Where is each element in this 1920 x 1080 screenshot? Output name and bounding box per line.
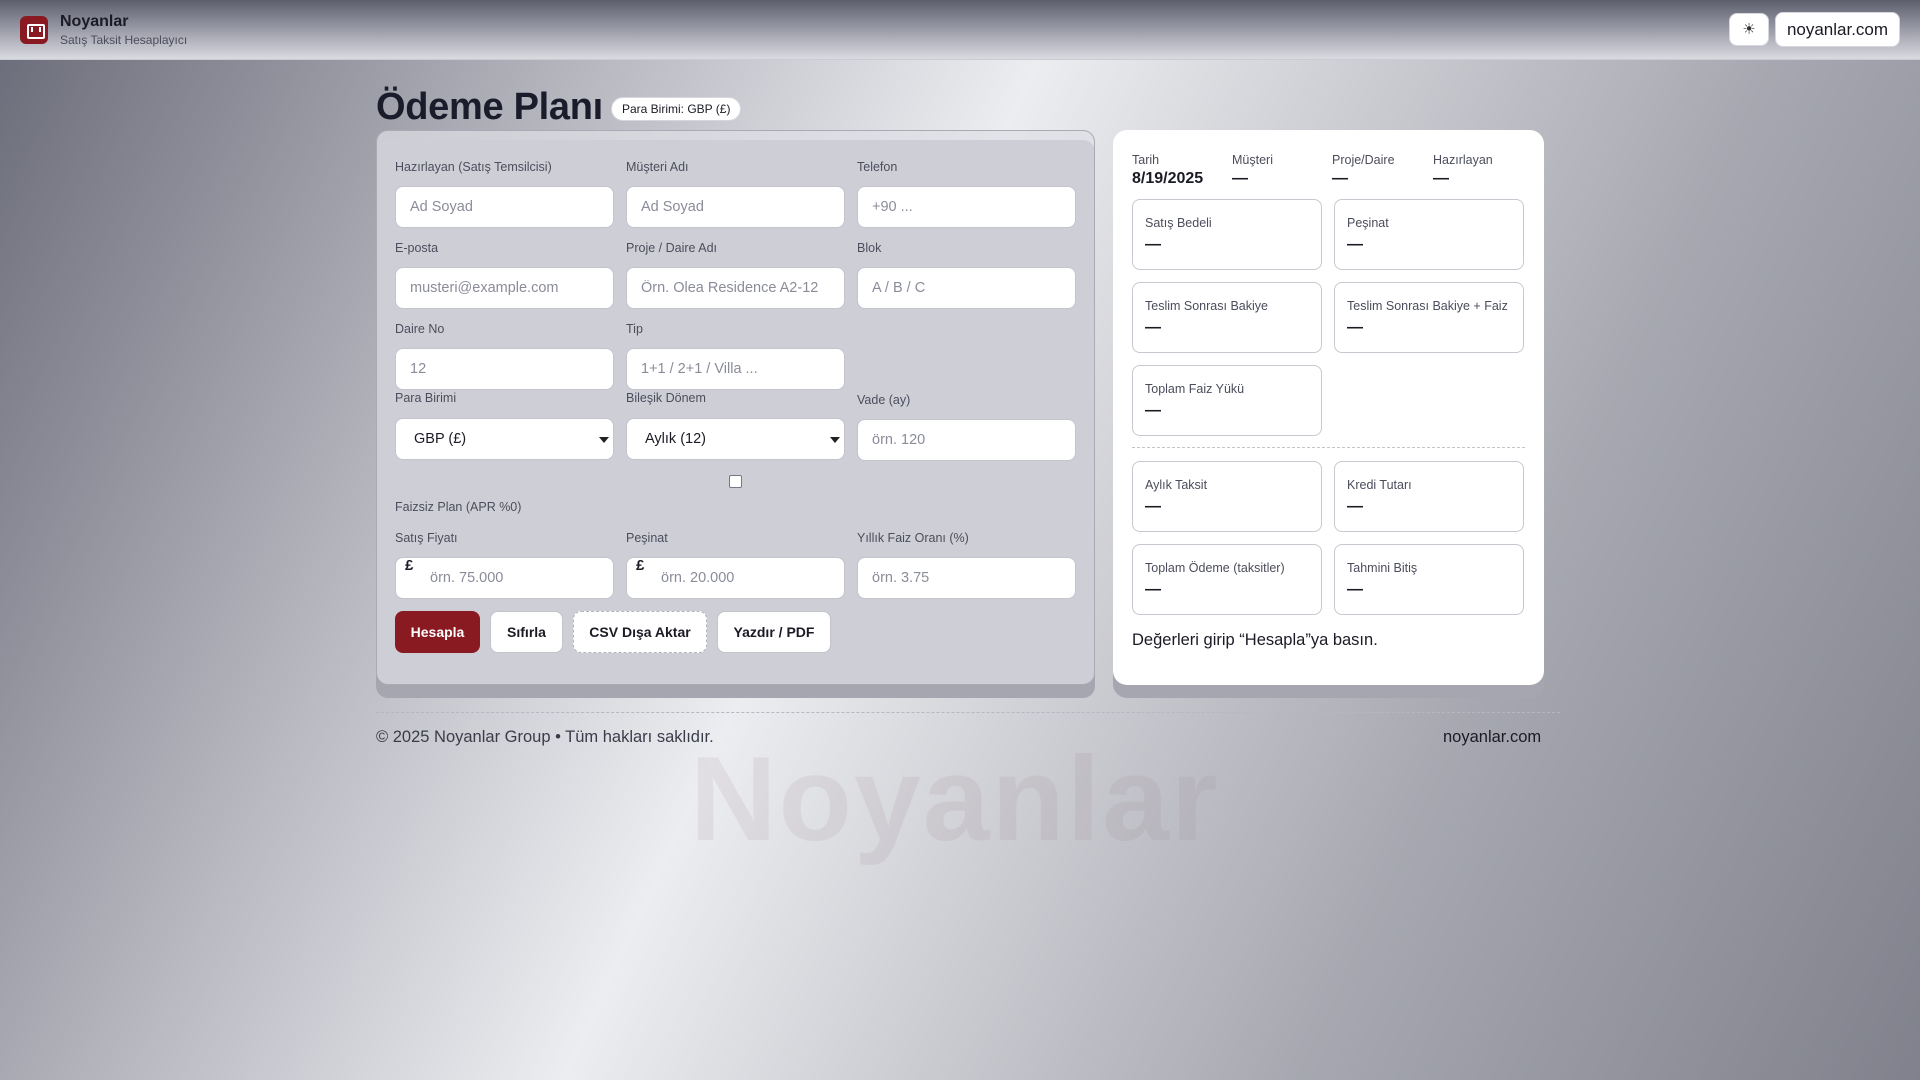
term-input[interactable] <box>857 419 1076 461</box>
print-pdf-button[interactable]: Yazdır / PDF <box>717 611 831 653</box>
footer-site-link[interactable]: noyanlar.com <box>1443 728 1541 747</box>
stat-label: Teslim Sonrası Bakiye + Faiz <box>1347 299 1508 313</box>
currency-select[interactable]: GBP (£) <box>395 418 614 460</box>
price-label: Satış Fiyatı <box>395 531 458 545</box>
meta-project-label: Proje/Daire <box>1332 153 1395 167</box>
phone-input[interactable] <box>857 186 1076 228</box>
chevron-down-icon <box>830 437 840 443</box>
stat-value: — <box>1347 581 1363 598</box>
top-bar: Noyanlar Satış Taksit Hesaplayıcı ☀ noya… <box>0 0 1920 60</box>
summary-divider <box>1132 447 1525 448</box>
meta-project-value: — <box>1332 170 1348 187</box>
stat-value: — <box>1347 498 1363 515</box>
project-label: Proje / Daire Adı <box>626 241 718 255</box>
stat-label: Tahmini Bitiş <box>1347 561 1418 575</box>
price-input[interactable] <box>395 557 614 599</box>
csv-export-button[interactable]: CSV Dışa Aktar <box>573 611 707 653</box>
result-monthly-installment: Aylık Taksit — <box>1132 461 1322 532</box>
stat-total-interest: Toplam Faiz Yükü — <box>1132 365 1322 436</box>
email-input[interactable] <box>395 267 614 309</box>
meta-customer-value: — <box>1232 170 1248 187</box>
down-payment-label: Peşinat <box>626 531 668 545</box>
brand-logo-icon <box>20 16 48 44</box>
result-loan-amount: Kredi Tutarı — <box>1334 461 1524 532</box>
interest-free-checkbox[interactable] <box>729 475 742 488</box>
stat-label: Toplam Ödeme (taksitler) <box>1145 561 1285 575</box>
site-link-button[interactable]: noyanlar.com <box>1775 12 1900 47</box>
customer-input[interactable] <box>626 186 845 228</box>
meta-date-label: Tarih <box>1132 153 1160 167</box>
stat-value: — <box>1145 581 1161 598</box>
stat-label: Peşinat <box>1347 216 1389 230</box>
interest-free-label: Faizsiz Plan (APR %0) <box>395 500 522 514</box>
stat-down-payment: Peşinat — <box>1334 199 1524 270</box>
preparer-label: Hazırlayan (Satış Temsilcisi) <box>395 160 552 174</box>
stat-value: — <box>1145 236 1161 253</box>
rate-input[interactable] <box>857 557 1076 599</box>
stat-value: — <box>1347 236 1363 253</box>
stat-post-delivery-balance: Teslim Sonrası Bakiye — <box>1132 282 1322 353</box>
currency-select-value: GBP (£) <box>414 431 467 447</box>
email-label: E-posta <box>395 241 439 255</box>
stat-value: — <box>1145 319 1161 336</box>
meta-preparer-value: — <box>1433 170 1449 187</box>
down-payment-input[interactable] <box>626 557 845 599</box>
type-input[interactable] <box>626 348 845 390</box>
sun-icon: ☀ <box>1742 21 1756 38</box>
compound-select[interactable]: Aylık (12) <box>626 418 845 460</box>
stat-value: — <box>1145 402 1161 419</box>
block-input[interactable] <box>857 267 1076 309</box>
meta-preparer-label: Hazırlayan <box>1433 153 1493 167</box>
page-title: Ödeme Planı <box>376 86 603 128</box>
stat-label: Kredi Tutarı <box>1347 478 1412 492</box>
preparer-input[interactable] <box>395 186 614 228</box>
stat-balance-plus-interest: Teslim Sonrası Bakiye + Faiz — <box>1334 282 1524 353</box>
unit-no-label: Daire No <box>395 322 445 336</box>
stat-label: Toplam Faiz Yükü <box>1145 382 1245 396</box>
theme-toggle-button[interactable]: ☀ <box>1729 13 1769 46</box>
block-label: Blok <box>857 241 882 255</box>
type-label: Tip <box>626 322 643 336</box>
brand-watermark: Noyanlar <box>690 732 1220 866</box>
stat-value: — <box>1347 319 1363 336</box>
term-label: Vade (ay) <box>857 393 911 407</box>
brand-name: Noyanlar <box>60 13 129 30</box>
meta-date-value: 8/19/2025 <box>1132 170 1204 187</box>
phone-label: Telefon <box>857 160 898 174</box>
stat-value: — <box>1145 498 1161 515</box>
stat-label: Satış Bedeli <box>1145 216 1212 230</box>
rate-label: Yıllık Faiz Oranı (%) <box>857 531 969 545</box>
stat-label: Teslim Sonrası Bakiye <box>1145 299 1268 313</box>
result-total-payment: Toplam Ödeme (taksitler) — <box>1132 544 1322 615</box>
customer-label: Müşteri Adı <box>626 160 689 174</box>
brand-subtitle: Satış Taksit Hesaplayıcı <box>60 33 188 47</box>
price-currency-prefix: £ <box>405 557 414 574</box>
compound-select-value: Aylık (12) <box>645 431 706 447</box>
unit-no-input[interactable] <box>395 348 614 390</box>
reset-button[interactable]: Sıfırla <box>490 611 563 653</box>
stat-sale-price: Satış Bedeli — <box>1132 199 1322 270</box>
result-estimated-end: Tahmini Bitiş — <box>1334 544 1524 615</box>
footer-copyright: © 2025 Noyanlar Group • Tüm hakları sakl… <box>376 728 714 746</box>
calculate-button[interactable]: Hesapla <box>395 611 480 653</box>
down-payment-currency-prefix: £ <box>636 557 645 574</box>
meta-customer-label: Müşteri <box>1232 153 1273 167</box>
chevron-down-icon <box>599 437 609 443</box>
currency-badge: Para Birimi: GBP (£) <box>611 97 742 121</box>
currency-label: Para Birimi <box>395 391 457 405</box>
compound-label: Bileşik Dönem <box>626 391 706 405</box>
summary-hint: Değerleri girip “Hesapla”ya basın. <box>1132 631 1378 649</box>
footer-divider <box>376 712 1560 713</box>
project-input[interactable] <box>626 267 845 309</box>
stat-label: Aylık Taksit <box>1145 478 1208 492</box>
